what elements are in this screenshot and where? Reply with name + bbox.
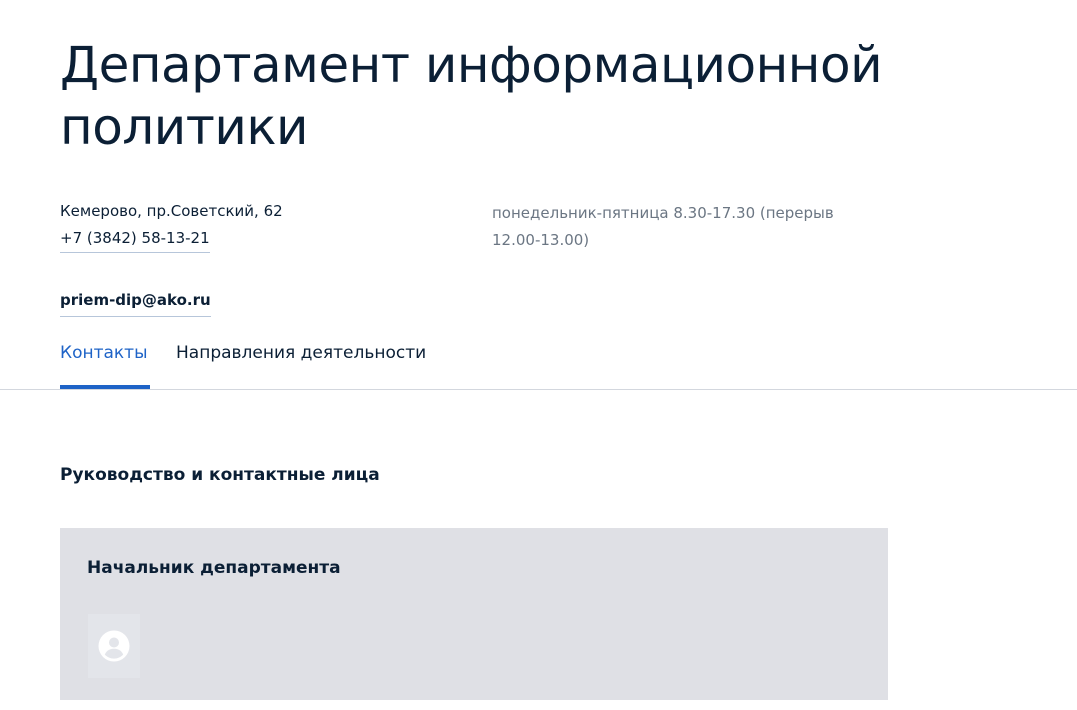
avatar <box>88 614 140 678</box>
phone-link[interactable]: +7 (3842) 58-13-21 <box>60 227 210 253</box>
tab-bar: Контакты Направления деятельности <box>0 330 1077 390</box>
department-page: Департамент информационной политики Кеме… <box>0 0 1077 710</box>
leader-card: Начальник департамента <box>60 528 888 700</box>
leadership-section-title: Руководство и контактные лица <box>60 465 380 485</box>
page-title: Департамент информационной политики <box>60 36 883 156</box>
leader-position-title: Начальник департамента <box>87 558 341 578</box>
user-placeholder-icon <box>98 630 130 662</box>
active-tab-indicator <box>60 385 150 389</box>
tab-contacts[interactable]: Контакты <box>60 341 148 365</box>
tab-activities[interactable]: Направления деятельности <box>176 341 426 365</box>
email-link[interactable]: priem-dip@ako.ru <box>60 289 211 317</box>
address-text: Кемерово, пр.Советский, 62 <box>60 202 283 220</box>
working-hours-text: понедельник-пятница 8.30-17.30 (перерыв … <box>492 204 834 249</box>
